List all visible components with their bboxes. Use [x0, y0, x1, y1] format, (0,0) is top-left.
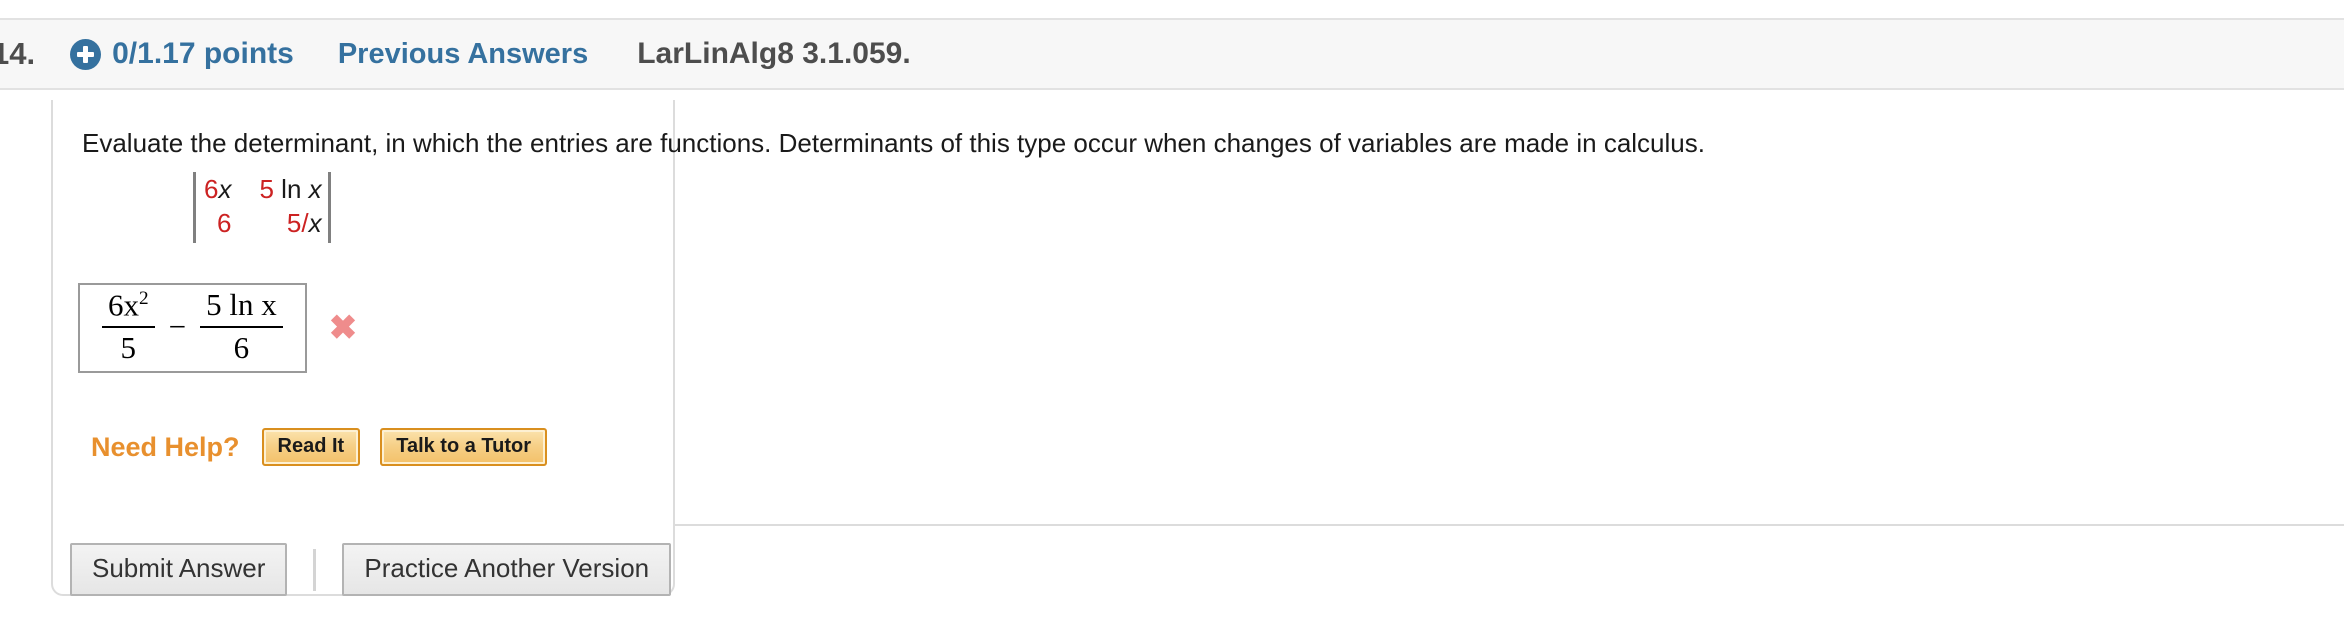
- question-header-bar: 14. 0/1.17 points Previous Answers LarLi…: [0, 18, 2344, 90]
- determinant-r1c1-variable: x: [218, 174, 232, 204]
- determinant-matrix: 6x 5 ln x 6 5/x: [193, 172, 331, 244]
- submit-answer-button[interactable]: Submit Answer: [70, 543, 288, 596]
- right-fraction-bar: [200, 326, 283, 328]
- talk-to-a-tutor-button[interactable]: Talk to a Tutor: [380, 428, 548, 466]
- determinant-r1c2-coefficient: 5: [259, 174, 274, 204]
- previous-answers-link[interactable]: Previous Answers: [338, 38, 588, 71]
- determinant-r1c2-function: ln: [273, 174, 309, 204]
- right-fraction-denominator: 6: [233, 330, 250, 365]
- need-help-label: Need Help?: [91, 431, 240, 462]
- answer-operator: −: [168, 309, 187, 344]
- answer-right-fraction: 5 ln x 6: [200, 288, 283, 365]
- left-fraction-numerator: 6x2: [102, 288, 155, 323]
- need-help-row: Need Help? Read It Talk to a Tutor: [91, 428, 548, 466]
- determinant-cell-r2c2: 5/x: [259, 207, 322, 240]
- answer-row: 6x2 5 − 5 ln x 6 ✖: [78, 283, 357, 373]
- left-fraction-denominator: 5: [120, 330, 137, 366]
- determinant-cell-r1c2: 5 ln x: [259, 174, 321, 206]
- read-it-button[interactable]: Read It: [261, 428, 361, 466]
- answer-box[interactable]: 6x2 5 − 5 ln x 6: [78, 283, 307, 373]
- left-numerator-exponent: 2: [139, 288, 149, 310]
- plus-circle-icon[interactable]: [70, 38, 102, 70]
- question-prompt: Evaluate the determinant, in which the e…: [82, 128, 1705, 158]
- left-numerator-base: 6x: [108, 287, 139, 323]
- left-fraction-bar: [102, 326, 155, 329]
- answer-left-fraction: 6x2 5: [102, 288, 155, 366]
- incorrect-x-icon: ✖: [328, 309, 358, 347]
- determinant-cell-r1c1: 6x: [204, 174, 231, 206]
- determinant-r2c2-operator: /: [301, 207, 309, 238]
- determinant-right-bar: [327, 172, 331, 244]
- determinant-r1c2-variable: x: [308, 174, 322, 204]
- determinant-r1c1-coefficient: 6: [204, 174, 219, 204]
- textbook-reference: LarLinAlg8 3.1.059.: [637, 37, 911, 70]
- determinant-r2c2-coefficient: 5: [286, 207, 302, 238]
- action-button-row: Submit Answer Practice Another Version: [70, 543, 672, 596]
- action-divider: [313, 548, 317, 591]
- determinant-grid: 6x 5 ln x 6 5/x: [196, 172, 328, 243]
- question-number: 14.: [0, 36, 36, 71]
- points-label: 0/1.17 points: [112, 37, 294, 70]
- determinant-r2c2-variable: x: [308, 207, 322, 238]
- determinant-r2c1-coefficient: 6: [217, 207, 232, 238]
- right-fraction-numerator: 5 ln x: [206, 287, 277, 323]
- determinant-cell-r2c1: 6: [204, 208, 231, 240]
- panel-bottom-rule: [675, 524, 2344, 526]
- practice-another-version-button[interactable]: Practice Another Version: [342, 543, 672, 596]
